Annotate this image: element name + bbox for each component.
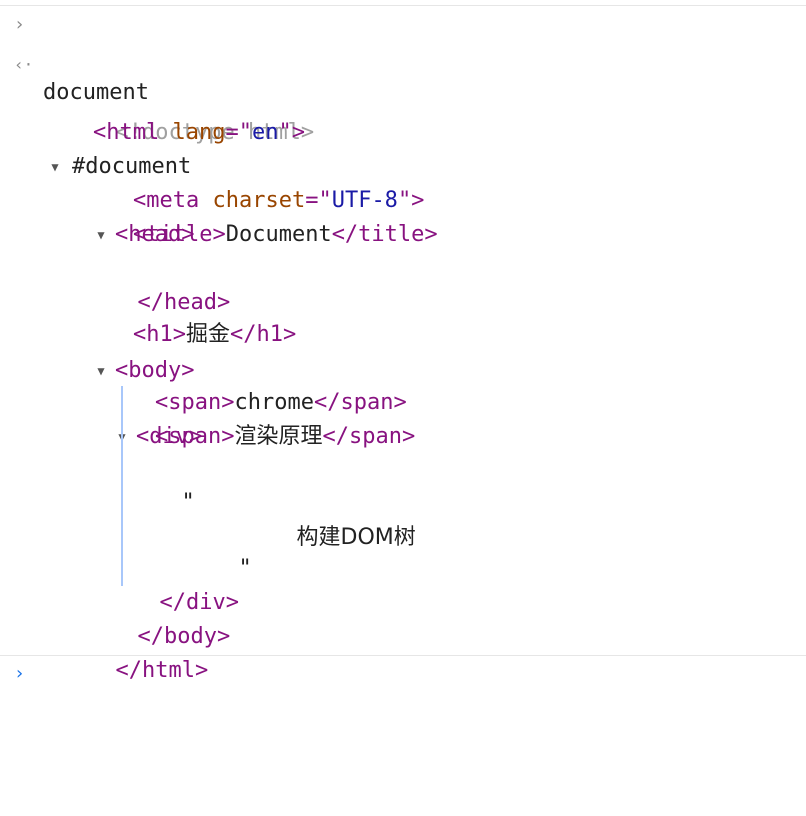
head-node[interactable]: ▼ <head>: [0, 150, 194, 247]
span-node-chrome[interactable]: <span>chrome</span>: [155, 386, 407, 420]
console-top-border: [0, 5, 806, 6]
chevron-right-icon: ›: [14, 663, 25, 684]
console-result-row[interactable]: ‹· ▼ #document: [0, 48, 191, 179]
meta-node[interactable]: <meta charset="UTF-8">: [133, 184, 424, 218]
document-node-label: #document: [72, 154, 192, 179]
doctype-node[interactable]: <!doctype html>: [89, 82, 315, 145]
selection-guide-line: [121, 386, 123, 586]
span-node-render[interactable]: <span>渲染原理</span>: [155, 420, 415, 454]
div-close-node[interactable]: </div>: [133, 552, 239, 615]
text-node-quote-open[interactable]: ": [155, 452, 195, 515]
text-node-content[interactable]: 构建DOM树: [270, 487, 416, 550]
return-arrow-icon: ‹·: [14, 55, 34, 74]
title-node[interactable]: <title>Document</title>: [133, 218, 438, 252]
triangle-down-icon[interactable]: ▼: [94, 354, 108, 388]
body-close-node[interactable]: </body>: [111, 586, 231, 649]
console-divider: [0, 655, 806, 656]
body-node[interactable]: ▼ <body>: [0, 286, 194, 383]
h1-node[interactable]: <h1>掘金</h1>: [133, 318, 296, 352]
text-node-quote-close[interactable]: ": [212, 518, 252, 581]
console-new-prompt-row[interactable]: ›: [0, 657, 806, 691]
div-node[interactable]: ▼ <div>: [0, 352, 202, 449]
triangle-down-icon[interactable]: ▼: [94, 218, 108, 252]
head-close-node[interactable]: </head>: [111, 252, 231, 315]
html-close-node[interactable]: </html>: [89, 620, 209, 683]
html-node[interactable]: <html lang="en">: [93, 116, 305, 150]
chevron-right-icon: ›: [14, 14, 25, 35]
console-input-row[interactable]: › document: [0, 8, 149, 105]
triangle-down-icon[interactable]: ▼: [48, 150, 62, 184]
